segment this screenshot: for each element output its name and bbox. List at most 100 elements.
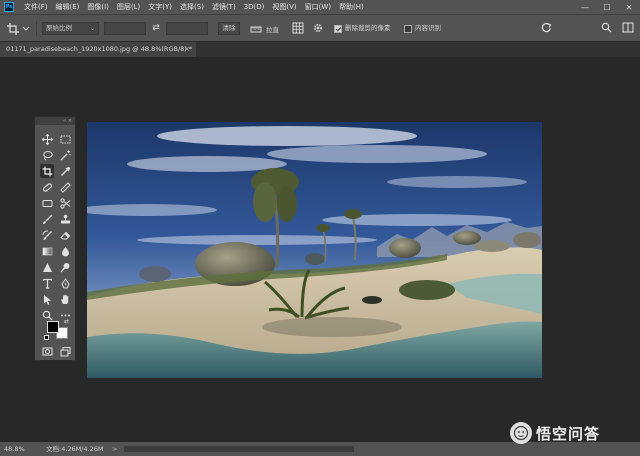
stamp-icon <box>60 214 70 223</box>
pen-icon <box>60 277 70 288</box>
crop-tool-button[interactable] <box>40 164 54 178</box>
status-bar: 48.8% 文档:4.26M/4.26M > <box>0 442 640 456</box>
move-icon <box>41 133 53 145</box>
menu-type[interactable]: 文字(Y) <box>144 2 176 12</box>
healing-brush-tool-button[interactable] <box>40 180 54 194</box>
water-drop-icon <box>61 246 69 256</box>
eraser-tool-button[interactable] <box>58 228 72 242</box>
blur-tool-button[interactable] <box>58 244 72 258</box>
separator <box>36 21 37 36</box>
sharpen-tool-button[interactable] <box>40 260 54 274</box>
workspace-switcher-button[interactable] <box>622 22 636 35</box>
menu-layer[interactable]: 图层(L) <box>113 2 144 12</box>
clear-button[interactable]: 清除 <box>218 22 240 35</box>
watermark-text: 悟空问答 <box>536 424 601 443</box>
crop-settings-button[interactable] <box>312 22 326 35</box>
history-brush-tool-button[interactable] <box>40 228 54 242</box>
document-tab[interactable]: 01171_paradisebeach_1920x1080.jpg @ 48.8… <box>0 42 196 57</box>
document-tab-title: 01171_paradisebeach_1920x1080.jpg @ 48.8… <box>6 45 193 53</box>
frame-tool-button[interactable] <box>40 196 54 210</box>
hand-tool-button[interactable] <box>58 292 72 306</box>
swap-colors-icon[interactable]: ⇄ <box>64 318 69 325</box>
frame-icon <box>42 199 52 207</box>
lasso-tool-button[interactable] <box>40 148 54 162</box>
magic-wand-tool-button[interactable] <box>58 148 72 162</box>
reset-crop-button[interactable] <box>541 22 553 35</box>
quick-mask-button[interactable] <box>40 344 54 358</box>
minimize-button[interactable]: — <box>574 0 596 14</box>
workspace-icon <box>622 22 634 33</box>
window-controls: — ☐ ✕ <box>574 0 640 14</box>
crop-tool-preset-picker[interactable] <box>6 22 30 35</box>
type-tool-button[interactable] <box>40 276 54 290</box>
stamp-tool-button[interactable] <box>58 212 72 226</box>
zoom-level[interactable]: 48.8% <box>4 442 25 456</box>
screen-mode-button[interactable] <box>58 344 72 358</box>
chevron-down-icon: ⌄ <box>89 25 95 32</box>
magic-wand-icon <box>60 150 71 160</box>
close-tab-icon[interactable]: × <box>184 42 190 57</box>
checkbox-checked-icon <box>334 24 342 33</box>
sharpen-triangle-icon <box>42 262 52 272</box>
search-button[interactable] <box>601 22 613 35</box>
menu-view[interactable]: 视图(V) <box>268 2 300 12</box>
menu-3d[interactable]: 3D(D) <box>240 3 269 11</box>
crop-height-input[interactable] <box>166 22 208 35</box>
brush-tool-button[interactable] <box>40 212 54 226</box>
document-image[interactable] <box>87 122 542 378</box>
straighten-icon <box>250 26 262 32</box>
default-colors-icon[interactable] <box>44 335 49 340</box>
menu-window[interactable]: 窗口(W) <box>301 2 335 12</box>
search-icon <box>601 22 612 33</box>
menu-help[interactable]: 帮助(H) <box>335 2 368 12</box>
ruler-tool-button[interactable] <box>58 180 72 194</box>
ratio-preset-value: 原始比例 <box>46 24 72 32</box>
scissors-icon <box>59 197 70 209</box>
swap-dimensions-icon[interactable]: ⇄ <box>150 22 162 35</box>
menu-select[interactable]: 选择(S) <box>176 2 208 12</box>
arrow-pointer-icon <box>43 294 51 305</box>
crop-width-input[interactable] <box>104 22 146 35</box>
history-brush-icon <box>42 230 52 240</box>
move-tool-button[interactable] <box>40 132 54 146</box>
crop-icon <box>42 166 52 176</box>
foreground-color-swatch[interactable] <box>47 321 59 333</box>
bandage-icon <box>42 182 52 192</box>
overlay-options-button[interactable] <box>292 22 306 35</box>
pen-tool-button[interactable] <box>58 276 72 290</box>
dodge-tool-button[interactable] <box>58 260 72 274</box>
content-aware-checkbox[interactable]: 内容识别 <box>404 22 460 35</box>
brush-icon <box>42 214 52 224</box>
document-size-info: 文档:4.26M/4.26M <box>46 445 104 453</box>
color-swatches: ⇄ <box>44 318 74 342</box>
marquee-tool-button[interactable] <box>58 132 72 146</box>
quick-mask-icon <box>42 347 52 355</box>
scissors-tool-button[interactable] <box>58 196 72 210</box>
maximize-button[interactable]: ☐ <box>596 0 618 14</box>
tools-panel-header[interactable]: « × <box>35 117 75 125</box>
menu-bar: Ps 文件(F) 编辑(E) 图像(I) 图层(L) 文字(Y) 选择(S) 滤… <box>0 0 640 14</box>
options-bar: 原始比例 ⌄ ⇄ 清除 拉直 删除裁剪的像素 内容识别 <box>0 14 640 42</box>
ratio-preset-select[interactable]: 原始比例 ⌄ <box>42 22 99 35</box>
menu-image[interactable]: 图像(I) <box>83 2 113 12</box>
straighten-button[interactable]: 拉直 <box>250 22 290 35</box>
beach-scene-image <box>87 122 542 378</box>
menu-filter[interactable]: 滤镜(T) <box>208 2 240 12</box>
grid-overlay-icon <box>292 22 304 34</box>
menu-file[interactable]: 文件(F) <box>20 2 52 12</box>
photoshop-logo-icon[interactable]: Ps <box>4 2 14 12</box>
dodge-icon <box>59 262 69 272</box>
marquee-icon <box>60 135 70 143</box>
wukong-logo-icon <box>510 422 532 444</box>
path-selection-tool-button[interactable] <box>40 292 54 306</box>
screen-mode-icon <box>60 346 70 356</box>
close-window-button[interactable]: ✕ <box>618 0 640 14</box>
eyedropper-tool-button[interactable] <box>58 164 72 178</box>
checkbox-unchecked-icon <box>404 24 412 33</box>
gradient-tool-button[interactable] <box>40 244 54 258</box>
tools-panel: « × ⇄ <box>34 116 76 361</box>
straighten-label: 拉直 <box>266 25 279 34</box>
status-menu-arrow[interactable]: > <box>112 442 117 456</box>
horizontal-scrollbar[interactable] <box>124 446 354 452</box>
menu-edit[interactable]: 编辑(E) <box>52 2 84 12</box>
